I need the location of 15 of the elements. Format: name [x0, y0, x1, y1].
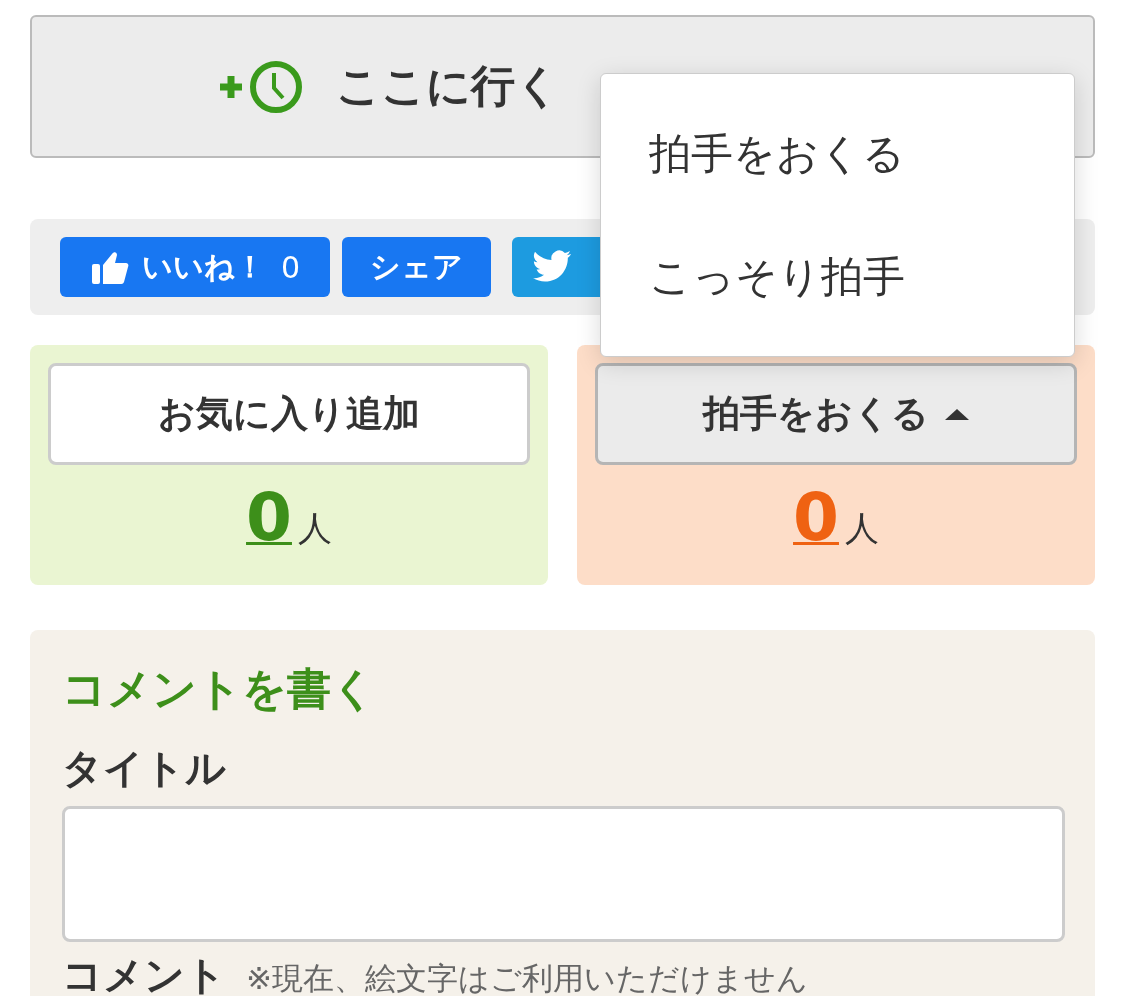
title-label: タイトル — [62, 744, 227, 793]
comment-heading: コメントを書く — [62, 662, 377, 716]
caret-icon — [945, 408, 969, 420]
title-input-field[interactable] — [62, 806, 1065, 942]
applause-dropdown-button[interactable]: 拍手をおくる — [595, 363, 1077, 465]
add-favorite-button[interactable]: お気に入り追加 — [48, 363, 530, 465]
menu-item[interactable]: こっそり拍手 — [601, 248, 1074, 305]
emoji-note: ※現在、絵文字はご利用いただけません — [246, 959, 808, 996]
share-button[interactable]: シェア — [342, 237, 491, 297]
favorite-count-link[interactable]: 0 — [246, 479, 292, 556]
unit-label: 人 — [297, 507, 332, 550]
unit-label: 人 — [844, 507, 879, 550]
like-button[interactable]: いいね！ 0 — [60, 237, 330, 297]
bird-icon — [532, 250, 572, 284]
comment-label: コメント — [62, 951, 226, 996]
